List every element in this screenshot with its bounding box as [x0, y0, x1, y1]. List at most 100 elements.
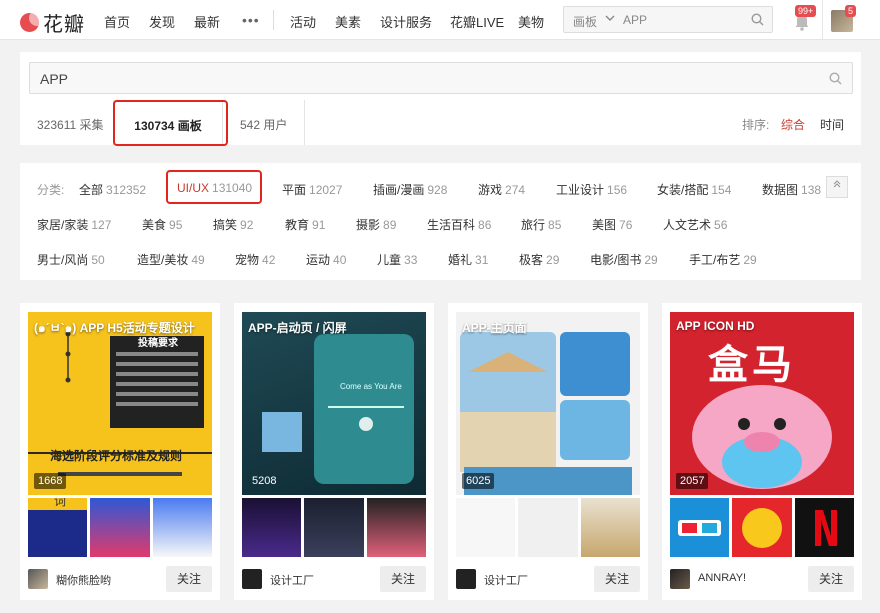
- top-navbar: 花瓣 首页 发现 最新 ••• 活动 美素 设计服务 花瓣LIVE 美物 画板 …: [0, 0, 880, 40]
- owner-name[interactable]: 设计工厂: [270, 572, 314, 588]
- sort-composite[interactable]: 综合: [781, 116, 805, 133]
- sort-label: 排序:: [742, 118, 770, 132]
- thumbnail[interactable]: [518, 498, 578, 557]
- board-card[interactable]: APP-主页面 6025 设计工厂 关注: [448, 303, 648, 600]
- search-icon[interactable]: [829, 72, 842, 88]
- nav-item-home[interactable]: 首页: [104, 12, 130, 31]
- nav-item-meiwu[interactable]: 美物: [518, 12, 544, 31]
- filter-item[interactable]: 全部 312352: [79, 181, 146, 198]
- board-cover[interactable]: (๑´ㅂ`๑) APP H5活动专题设计 投稿要求 海选阶段评分标准及规则 16…: [28, 312, 212, 495]
- chevron-down-icon[interactable]: [604, 11, 616, 28]
- filter-item[interactable]: 教育 91: [285, 216, 325, 233]
- nav-item-discover[interactable]: 发现: [149, 12, 175, 31]
- owner-name[interactable]: 设计工厂: [484, 572, 528, 588]
- nav-item-design-service[interactable]: 设计服务: [380, 12, 432, 31]
- filter-item[interactable]: 造型/美妆 49: [137, 251, 205, 268]
- filter-item[interactable]: 生活百科 86: [427, 216, 491, 233]
- thumbnail[interactable]: [456, 498, 516, 557]
- owner-name[interactable]: 糊你熊脸哟: [56, 572, 111, 588]
- top-search-box[interactable]: 画板 APP: [563, 6, 773, 33]
- filter-item[interactable]: 游戏 274: [478, 181, 525, 198]
- owner-name[interactable]: ANNRAY!: [698, 572, 746, 584]
- search-input[interactable]: APP: [29, 62, 853, 94]
- nav-divider-right: [822, 0, 823, 40]
- board-card[interactable]: APP-启动页 / 闪屏 Come as You Are 5208 设计工厂 关…: [234, 303, 434, 600]
- filter-item[interactable]: 运动 40: [306, 251, 346, 268]
- filter-item[interactable]: 人文艺术 56: [663, 216, 727, 233]
- owner-avatar[interactable]: [456, 569, 476, 589]
- pin-count-badge: 1668: [34, 473, 67, 489]
- sort-time[interactable]: 时间: [820, 116, 844, 133]
- annotation-box-uiux-filter: [166, 170, 262, 204]
- tab-pins-label: 采集: [79, 118, 104, 132]
- more-menu-icon[interactable]: •••: [242, 12, 260, 28]
- filter-item[interactable]: 工业设计 156: [556, 181, 627, 198]
- nav-item-latest[interactable]: 最新: [194, 12, 220, 31]
- category-filter-panel: 分类: 全部 312352 UI/UX 131040 平面 12027 插画/漫画 92…: [20, 163, 861, 280]
- thumbnail[interactable]: [90, 498, 150, 557]
- avatar-badge: 5: [845, 5, 857, 17]
- top-search-input[interactable]: APP: [623, 13, 647, 27]
- thumbnail[interactable]: 词: [28, 498, 88, 557]
- owner-avatar[interactable]: [670, 569, 690, 589]
- thumbnail[interactable]: [366, 498, 426, 557]
- board-cover[interactable]: APP-启动页 / 闪屏 Come as You Are 5208: [242, 312, 426, 495]
- filter-item[interactable]: 平面 12027: [282, 181, 342, 198]
- filter-item[interactable]: 极客 29: [519, 251, 559, 268]
- logo-icon: [20, 13, 39, 32]
- nav-item-activity[interactable]: 活动: [290, 12, 316, 31]
- filter-item[interactable]: 手工/布艺 29: [689, 251, 757, 268]
- thumbnail[interactable]: [670, 498, 730, 557]
- tab-pins-count: 323611: [37, 118, 77, 132]
- logo[interactable]: 花瓣: [20, 8, 85, 37]
- board-title: APP ICON HD: [676, 319, 755, 333]
- filter-item[interactable]: 宠物 42: [235, 251, 275, 268]
- filter-item[interactable]: 家居/家装 127: [37, 216, 111, 233]
- filter-item[interactable]: 旅行 85: [521, 216, 561, 233]
- board-cover[interactable]: APP-主页面 6025: [456, 312, 640, 495]
- board-thumbnails: 词: [28, 498, 212, 557]
- tab-pins[interactable]: 323611 采集: [37, 116, 104, 133]
- board-thumbnails: [242, 498, 426, 557]
- filter-item[interactable]: 美图 76: [592, 216, 632, 233]
- filter-item[interactable]: 搞笑 92: [213, 216, 253, 233]
- board-card[interactable]: APP ICON HD 盒马 2057 ANNRAY! 关注: [662, 303, 862, 600]
- tab-users[interactable]: 542 用户: [240, 116, 287, 133]
- filter-item[interactable]: 女装/搭配 154: [657, 181, 731, 198]
- nav-item-live[interactable]: 花瓣LIVE: [450, 12, 504, 31]
- owner-avatar[interactable]: [28, 569, 48, 589]
- filter-label: 分类:: [37, 183, 65, 197]
- follow-button[interactable]: 关注: [808, 566, 854, 592]
- filter-item[interactable]: 儿童 33: [377, 251, 417, 268]
- thumbnail[interactable]: [152, 498, 212, 557]
- pin-count-badge: 2057: [676, 473, 709, 489]
- board-thumbnails: [670, 498, 854, 557]
- follow-button[interactable]: 关注: [594, 566, 640, 592]
- filter-item[interactable]: 电影/图书 29: [590, 251, 658, 268]
- thumbnail[interactable]: [580, 498, 640, 557]
- filter-item[interactable]: 插画/漫画 928: [373, 181, 447, 198]
- filter-item[interactable]: 男士/风尚 50: [37, 251, 105, 268]
- tab-users-label: 用户: [263, 118, 288, 132]
- thumbnail[interactable]: [304, 498, 364, 557]
- search-query[interactable]: APP: [40, 71, 68, 87]
- filter-item[interactable]: 摄影 89: [356, 216, 396, 233]
- follow-button[interactable]: 关注: [166, 566, 212, 592]
- filter-item[interactable]: 数据图 138: [762, 181, 821, 198]
- cover-text: 盒马: [708, 343, 796, 387]
- filter-item[interactable]: 婚礼 31: [448, 251, 488, 268]
- filter-item[interactable]: 美食 95: [142, 216, 182, 233]
- board-card[interactable]: (๑´ㅂ`๑) APP H5活动专题设计 投稿要求 海选阶段评分标准及规则 16…: [20, 303, 220, 600]
- nav-item-meisu[interactable]: 美素: [335, 12, 361, 31]
- collapse-icon[interactable]: [826, 176, 848, 198]
- follow-button[interactable]: 关注: [380, 566, 426, 592]
- thumbnail[interactable]: [732, 498, 792, 557]
- notification-badge: 99+: [795, 5, 817, 17]
- thumbnail[interactable]: [242, 498, 302, 557]
- search-scope-select[interactable]: 画板: [573, 13, 597, 30]
- owner-avatar[interactable]: [242, 569, 262, 589]
- thumbnail[interactable]: [794, 498, 854, 557]
- board-cover[interactable]: APP ICON HD 盒马 2057: [670, 312, 854, 495]
- search-icon[interactable]: [751, 13, 764, 29]
- cover-text: 海选阶段评分标准及规则: [50, 449, 183, 463]
